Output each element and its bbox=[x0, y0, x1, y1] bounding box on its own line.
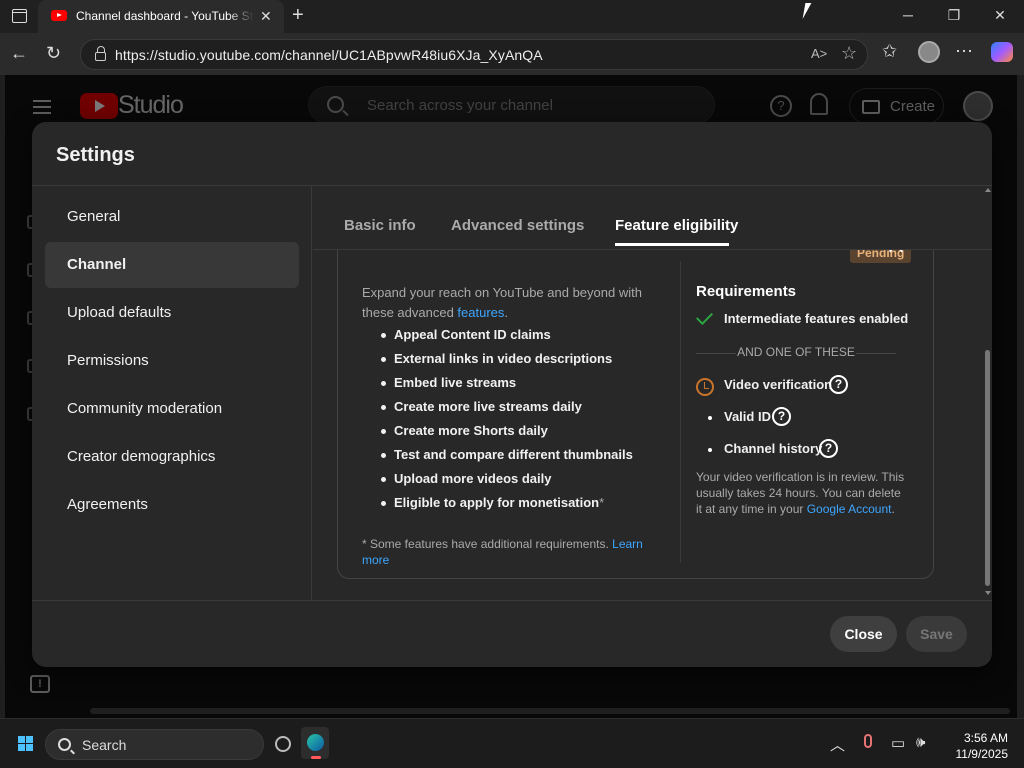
settings-nav: General Channel Upload defaults Permissi… bbox=[32, 186, 312, 600]
windows-start-icon[interactable] bbox=[18, 736, 34, 752]
dialog-title: Settings bbox=[56, 144, 135, 166]
network-icon[interactable]: ▭ bbox=[891, 734, 905, 752]
requirement-channel-history: Channel history bbox=[724, 441, 823, 456]
tab-actions-icon[interactable] bbox=[12, 9, 27, 23]
bullet bbox=[708, 416, 712, 420]
review-end: . bbox=[891, 502, 895, 516]
intro-text: Expand your reach on YouTube and beyond … bbox=[362, 283, 662, 323]
clock-icon bbox=[696, 378, 714, 396]
list-item: External links in video descriptions bbox=[362, 347, 672, 371]
youtube-favicon-icon bbox=[51, 10, 67, 21]
clock-date: 11/9/2025 bbox=[955, 747, 1009, 761]
close-button[interactable]: Close bbox=[830, 616, 897, 652]
settings-dialog: Settings General Channel Upload defaults… bbox=[32, 122, 992, 667]
edge-icon bbox=[307, 734, 324, 751]
tab-basic-info[interactable]: Basic info bbox=[344, 217, 416, 234]
search-icon bbox=[58, 738, 71, 751]
taskbar-search-label: Search bbox=[82, 737, 127, 753]
asterisk: * bbox=[599, 495, 605, 510]
active-app-indicator bbox=[311, 756, 321, 759]
scroll-up-icon[interactable] bbox=[985, 188, 991, 192]
help-circle-icon[interactable]: ? bbox=[829, 375, 848, 394]
browser-tab[interactable]: Channel dashboard - YouTube Studio ✕ bbox=[38, 0, 284, 33]
feature-list: Appeal Content ID claims External links … bbox=[362, 323, 672, 515]
favorite-star-icon[interactable]: ☆ bbox=[841, 43, 857, 64]
minimize-icon[interactable]: ─ bbox=[898, 7, 918, 23]
divider bbox=[32, 600, 992, 601]
more-menu-icon[interactable]: ⋯ bbox=[955, 41, 973, 62]
features-link[interactable]: features bbox=[457, 305, 504, 320]
microphone-icon[interactable] bbox=[864, 734, 872, 748]
advanced-features-card: Pending Expand your reach on YouTube and… bbox=[337, 250, 934, 579]
back-icon[interactable]: ← bbox=[10, 43, 28, 64]
save-button[interactable]: Save bbox=[906, 616, 967, 652]
site-info-icon[interactable] bbox=[95, 46, 106, 61]
scroll-down-icon[interactable] bbox=[985, 591, 991, 595]
vertical-scrollbar[interactable] bbox=[985, 350, 990, 586]
status-badge: Pending bbox=[850, 250, 912, 263]
url-field[interactable]: https://studio.youtube.com/channel/UC1AB… bbox=[80, 39, 868, 70]
new-tab-icon[interactable]: + bbox=[292, 4, 304, 27]
nav-item-creator-demographics[interactable]: Creator demographics bbox=[45, 434, 299, 480]
list-item: Create more Shorts daily bbox=[362, 419, 672, 443]
url-text: https://studio.youtube.com/channel/UC1AB… bbox=[115, 47, 543, 63]
nav-item-upload-defaults[interactable]: Upload defaults bbox=[45, 290, 299, 336]
requirement-valid-id: Valid ID bbox=[724, 409, 771, 424]
list-item: Test and compare different thumbnails bbox=[362, 443, 672, 467]
volume-icon[interactable]: 🕪 bbox=[916, 734, 925, 751]
google-account-link[interactable]: Google Account bbox=[807, 502, 892, 516]
and-one-divider: AND ONE OF THESE bbox=[696, 345, 896, 361]
nav-item-general[interactable]: General bbox=[45, 194, 299, 240]
refresh-icon[interactable]: ↻ bbox=[46, 43, 61, 64]
footnote-body: * Some features have additional requirem… bbox=[362, 537, 613, 551]
taskbar-search[interactable]: Search bbox=[45, 729, 264, 760]
address-bar-row: ← ↻ https://studio.youtube.com/channel/U… bbox=[0, 33, 1024, 75]
list-item: Eligible to apply for monetisation* bbox=[362, 491, 672, 515]
mouse-cursor-icon bbox=[802, 3, 818, 19]
nav-item-channel[interactable]: Channel bbox=[45, 242, 299, 288]
footnote: * Some features have additional requirem… bbox=[362, 536, 662, 568]
tab-close-icon[interactable]: ✕ bbox=[260, 8, 272, 25]
taskbar: Search ︿ ▭ 🕪 3:56 AM 11/9/2025 bbox=[0, 718, 1024, 768]
list-item: Create more live streams daily bbox=[362, 395, 672, 419]
divider bbox=[680, 261, 681, 563]
feature-eligibility-panel: Pending Expand your reach on YouTube and… bbox=[313, 250, 992, 600]
copilot-icon[interactable] bbox=[991, 42, 1013, 62]
help-circle-icon[interactable]: ? bbox=[772, 407, 791, 426]
requirement-met: Intermediate features enabled bbox=[724, 311, 909, 326]
nav-item-community-moderation[interactable]: Community moderation bbox=[45, 386, 299, 432]
tab-title: Channel dashboard - YouTube Studio bbox=[76, 9, 254, 23]
requirements-title: Requirements bbox=[696, 283, 797, 300]
tab-feature-eligibility[interactable]: Feature eligibility bbox=[615, 217, 738, 234]
list-item: Upload more videos daily bbox=[362, 467, 672, 491]
system-clock[interactable]: 3:56 AM 11/9/2025 bbox=[944, 730, 1009, 762]
feature-label: Eligible to apply for monetisation bbox=[394, 495, 600, 510]
active-tab-indicator bbox=[615, 243, 729, 246]
close-window-icon[interactable]: ✕ bbox=[990, 7, 1010, 24]
chevron-up-icon[interactable]: ︿ bbox=[830, 734, 845, 755]
restore-icon[interactable]: ❐ bbox=[944, 7, 964, 24]
help-circle-icon[interactable]: ? bbox=[819, 439, 838, 458]
requirement-video-verification: Video verification bbox=[724, 377, 833, 392]
favorites-icon[interactable]: ✩ bbox=[882, 41, 897, 62]
widgets-icon[interactable] bbox=[275, 736, 291, 752]
list-item: Embed live streams bbox=[362, 371, 672, 395]
profile-avatar[interactable] bbox=[918, 41, 940, 63]
review-note: Your video verification is in review. Th… bbox=[696, 469, 906, 517]
bullet bbox=[708, 448, 712, 452]
clock-time: 3:56 AM bbox=[963, 731, 1008, 745]
browser-title-bar: Channel dashboard - YouTube Studio ✕ + ─… bbox=[0, 0, 1024, 33]
check-icon bbox=[696, 308, 713, 325]
nav-item-permissions[interactable]: Permissions bbox=[45, 338, 299, 384]
tab-advanced-settings[interactable]: Advanced settings bbox=[451, 217, 584, 234]
intro-end: . bbox=[504, 305, 509, 320]
read-aloud-icon[interactable]: A˃ bbox=[811, 46, 827, 61]
list-item: Appeal Content ID claims bbox=[362, 323, 672, 347]
nav-item-agreements[interactable]: Agreements bbox=[45, 482, 299, 528]
taskbar-edge-button[interactable] bbox=[301, 727, 329, 759]
